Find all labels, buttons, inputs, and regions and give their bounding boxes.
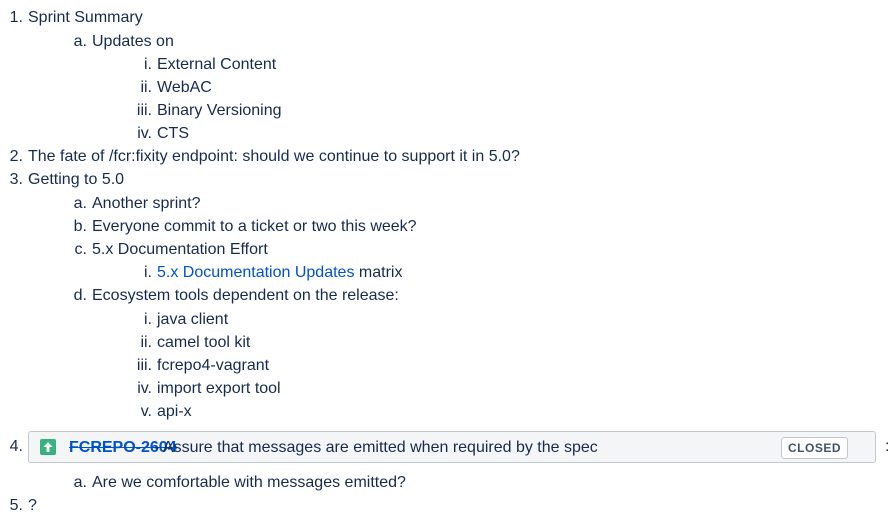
list-roman: i. — [144, 56, 152, 73]
list-roman: i. — [144, 311, 152, 328]
list-item-documentation-updates: 5.x Documentation Updates matrix — [157, 263, 402, 283]
list-item-question: ? — [28, 497, 37, 514]
list-item-sprint-summary: Sprint Summary — [28, 9, 143, 26]
list-number: 2. — [9, 148, 23, 165]
list-item-messages-emitted: Are we comfortable with messages emitted… — [92, 474, 406, 491]
list-roman: v. — [140, 403, 152, 420]
list-item-updates-on: Updates on — [92, 33, 174, 50]
list-item-getting-to-5: Getting to 5.0 — [28, 171, 125, 188]
documentation-updates-link[interactable]: 5.x Documentation Updates — [157, 264, 354, 281]
list-item-binary-versioning: Binary Versioning — [157, 102, 282, 119]
jira-issue-macro[interactable]: FCREPO-2604 - Assure that messages are e… — [28, 431, 876, 463]
list-roman: i. — [144, 264, 152, 281]
list-roman: iii. — [136, 357, 152, 374]
list-item-external-content: External Content — [157, 56, 277, 73]
list-item-import-export-tool: import export tool — [157, 380, 281, 397]
matrix-text: matrix — [354, 264, 403, 281]
status-badge: CLOSED — [781, 437, 849, 459]
list-number: 1. — [9, 9, 23, 26]
list-item-fcrepo4-vagrant: fcrepo4-vagrant — [157, 357, 270, 374]
jira-issue-summary: - Assure that messages are emitted when … — [154, 439, 598, 456]
list-number: 3. — [9, 171, 23, 188]
list-item-documentation-effort: 5.x Documentation Effort — [92, 241, 268, 258]
list-item-fixity-endpoint: The fate of /fcr:fixity endpoint: should… — [28, 148, 520, 165]
list-roman: ii. — [140, 334, 152, 351]
list-letter: d. — [73, 287, 87, 304]
list-number: 5. — [9, 497, 23, 514]
trailing-colon: : — [885, 438, 890, 455]
list-item-api-x: api-x — [157, 403, 192, 420]
list-item-another-sprint: Another sprint? — [92, 195, 201, 212]
list-letter: c. — [74, 241, 87, 258]
list-letter: a. — [73, 195, 87, 212]
list-item-camel-tool-kit: camel tool kit — [157, 334, 251, 351]
list-number: 4. — [9, 438, 23, 455]
list-roman: iv. — [137, 380, 152, 397]
list-roman: iii. — [136, 102, 152, 119]
list-item-ecosystem-tools: Ecosystem tools dependent on the release… — [92, 287, 399, 304]
list-letter: b. — [73, 218, 87, 235]
list-roman: ii. — [140, 79, 152, 96]
list-item-cts: CTS — [157, 125, 189, 142]
list-item-java-client: java client — [157, 311, 229, 328]
list-roman: iv. — [137, 125, 152, 142]
arrow-up-icon — [40, 439, 56, 455]
list-item-webac: WebAC — [157, 79, 212, 96]
list-letter: a. — [73, 474, 87, 491]
list-item-commit-ticket: Everyone commit to a ticket or two this … — [92, 218, 417, 235]
list-letter: a. — [73, 33, 87, 50]
